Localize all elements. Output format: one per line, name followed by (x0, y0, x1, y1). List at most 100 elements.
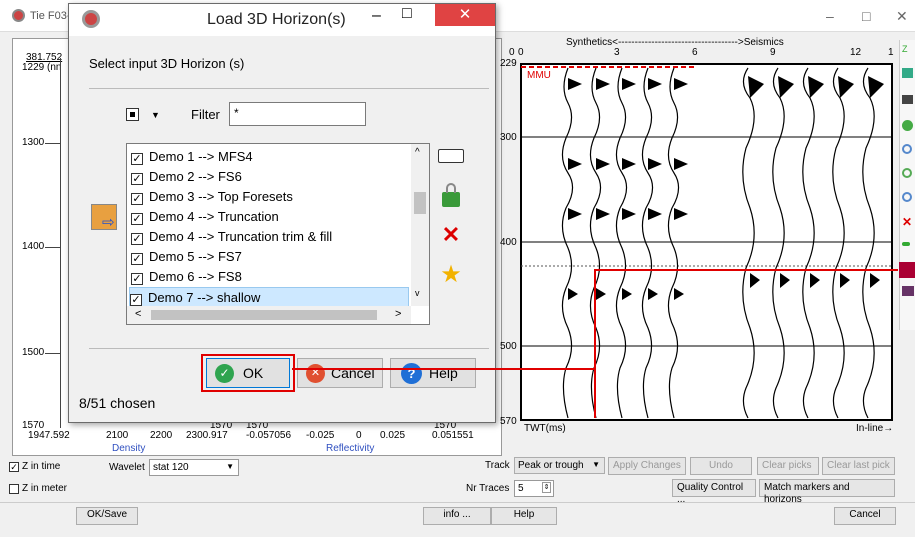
item-checkbox[interactable]: ✓ (131, 213, 143, 225)
clear-picks-button[interactable]: Clear picks (757, 457, 819, 475)
dialog-maximize-icon[interactable]: □ (402, 5, 412, 23)
filter-label: Filter (191, 107, 220, 122)
dialog-prompt: Select input 3D Horizon (s) (89, 56, 245, 71)
horizontal-scrollbar[interactable]: < > (127, 306, 411, 324)
depth-tick-mark (45, 353, 60, 354)
depth-tick-mark (45, 247, 60, 248)
deselect-all-icon[interactable] (438, 143, 464, 169)
undo-button[interactable]: Undo (690, 457, 752, 475)
list-item-label: Demo 2 --> FS6 (149, 169, 242, 184)
settings-icon[interactable] (902, 120, 913, 131)
list-item[interactable]: ✓ Demo 4 --> Truncation trim & fill (131, 227, 409, 247)
dialog-close-icon[interactable]: ✕ (435, 4, 495, 26)
ok-connector-line (292, 368, 596, 370)
horizon-label-mmu: MMU (527, 70, 551, 81)
apply-changes-button[interactable]: Apply Changes (608, 457, 686, 475)
ok-button-label: OK (243, 365, 264, 381)
star-icon[interactable]: ★ (438, 262, 464, 288)
filter-menu-button[interactable] (126, 108, 139, 121)
horizon-alt-icon[interactable] (902, 286, 914, 296)
scroll-right-icon[interactable]: > (395, 308, 401, 320)
seismic-x-tick: 0 (518, 47, 524, 58)
list-item-selected[interactable]: ✓ Demo 7 --> shallow (129, 287, 409, 307)
item-checkbox[interactable]: ✓ (131, 193, 143, 205)
cancel-button-label: Cancel (331, 365, 375, 381)
help-button[interactable]: ? Help (390, 358, 476, 388)
list-item[interactable]: ✓ Demo 4 --> Truncation (131, 207, 409, 227)
match-markers-button[interactable]: Match markers and horizons (759, 479, 895, 505)
list-item-label: Demo 7 --> shallow (148, 290, 261, 305)
item-checkbox[interactable]: ✓ (130, 294, 142, 306)
marker-icon[interactable] (902, 242, 910, 246)
list-item[interactable]: ✓ Demo 5 --> FS7 (131, 247, 409, 267)
scroll-up-icon[interactable]: ^ (415, 147, 420, 158)
cancel-button[interactable]: Cancel (834, 507, 896, 525)
filter-input[interactable]: * (229, 102, 366, 126)
clear-last-pick-button[interactable]: Clear last pick (822, 457, 895, 475)
close-icon[interactable]: ✕ (896, 8, 908, 25)
dialog-app-icon (82, 10, 100, 28)
nr-traces-spinbox[interactable]: 5 ⇕ (514, 480, 554, 497)
dialog-title: Load 3D Horizon(s) (207, 11, 346, 28)
vertical-scrollbar[interactable]: ^ v (411, 144, 429, 306)
depth-tick-mark (45, 143, 60, 144)
list-item[interactable]: ✓ Demo 2 --> FS6 (131, 167, 409, 187)
track-label: Track (485, 460, 510, 471)
maximize-icon[interactable]: □ (862, 8, 870, 24)
scroll-down-icon[interactable]: v (415, 288, 420, 298)
z-in-time-checkbox[interactable]: ✓ (9, 462, 19, 472)
horizon-icon[interactable] (899, 262, 915, 278)
list-item-label: Demo 6 --> FS8 (149, 269, 242, 284)
item-checkbox[interactable]: ✓ (131, 153, 143, 165)
cancel-button[interactable]: ✕ Cancel (297, 358, 383, 388)
item-checkbox[interactable]: ✓ (131, 233, 143, 245)
depth-top-value: 1229 (nn (22, 62, 62, 73)
list-item[interactable]: ✓ Demo 6 --> FS8 (131, 267, 409, 287)
quality-control-button[interactable]: Quality Control ... (672, 479, 756, 505)
chevron-down-icon[interactable]: ▼ (151, 110, 160, 120)
list-item[interactable]: ✓ Demo 3 --> Top Foresets (131, 187, 409, 207)
help-button[interactable]: Help (491, 507, 557, 525)
item-checkbox[interactable]: ✓ (131, 173, 143, 185)
refl-tick: 0.051551 (432, 430, 474, 441)
seismic-x-tick: 0 (509, 47, 515, 58)
lock-shackle (446, 183, 456, 193)
zoom-icon[interactable]: Z (902, 44, 908, 54)
z-in-meter-checkbox[interactable] (9, 484, 19, 494)
pick-icon[interactable] (902, 168, 912, 178)
refl-tick: -0.057056 (246, 430, 292, 441)
horizon-transfer-icon[interactable]: ⇨ (91, 204, 117, 230)
help-button-label: Help (429, 365, 458, 381)
seismic-x-tick: 3 (614, 47, 620, 58)
item-checkbox[interactable]: ✓ (131, 253, 143, 265)
ok-save-button[interactable]: OK/Save (76, 507, 138, 525)
scroll-left-icon[interactable]: < (135, 308, 141, 320)
track-select[interactable]: Peak or trough ▼ (514, 457, 605, 474)
reflectivity-axis-label: Reflectivity (326, 443, 375, 454)
ok-connector-vertical (594, 270, 596, 370)
unlock-icon[interactable] (438, 182, 464, 208)
search-icon[interactable] (902, 144, 912, 154)
camera-icon[interactable] (902, 95, 913, 104)
minimize-icon[interactable]: – (826, 8, 834, 24)
seismic-y-tick: 400 (500, 237, 517, 248)
seismic-x-tick: 6 (692, 47, 698, 58)
save-icon[interactable] (902, 68, 913, 78)
delete-icon[interactable]: ✕ (902, 215, 912, 229)
ok-button[interactable]: ✓ OK (206, 358, 290, 388)
zoom-out-icon[interactable] (902, 192, 912, 202)
scroll-thumb[interactable] (414, 192, 426, 214)
depth-tick: 1400 (22, 241, 45, 252)
refl-tick: 0.025 (380, 430, 406, 441)
dialog-minimize-icon[interactable]: – (372, 7, 381, 25)
rect-outline (438, 149, 464, 163)
chevron-down-icon: ▼ (592, 460, 600, 469)
item-checkbox[interactable]: ✓ (131, 273, 143, 285)
wavelet-select[interactable]: stat 120 ▼ (149, 459, 239, 476)
list-item[interactable]: ✓ Demo 1 --> MFS4 (131, 147, 409, 167)
chevron-down-icon: ▼ (226, 462, 234, 471)
remove-icon[interactable]: ✕ (438, 222, 464, 248)
info-button[interactable]: info ... (423, 507, 491, 525)
h-scroll-thumb[interactable] (151, 310, 377, 320)
nr-traces-label: Nr Traces (466, 483, 510, 494)
